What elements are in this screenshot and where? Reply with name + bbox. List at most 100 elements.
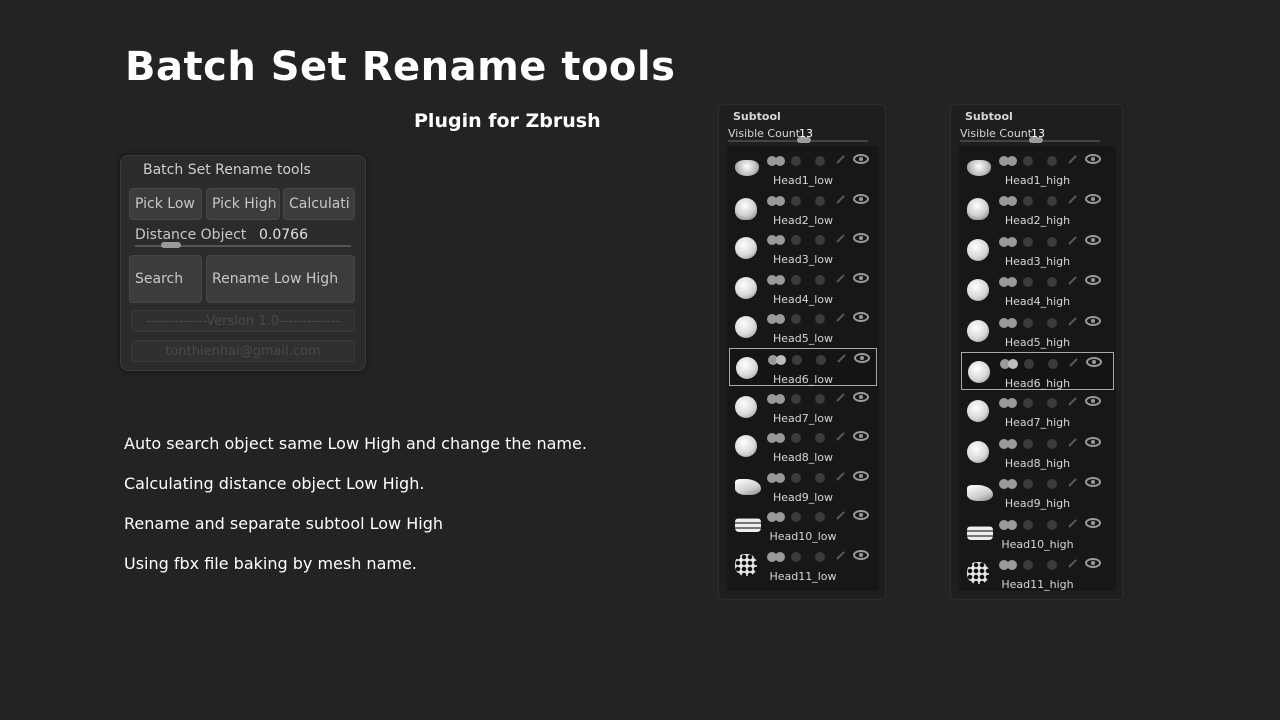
eye-icon[interactable] [853,391,869,402]
eye-icon[interactable] [1085,154,1101,164]
brush-icon[interactable] [836,313,845,323]
eye-icon[interactable] [853,154,869,164]
mask-icon[interactable] [791,314,801,325]
polypaint-icon[interactable] [815,235,825,246]
mask-icon[interactable] [791,512,801,523]
brush-icon[interactable] [836,194,845,204]
toggle-icon[interactable] [775,314,785,325]
subtool-item[interactable]: Head1_high [961,150,1114,188]
eye-icon[interactable] [1085,194,1101,205]
brush-icon[interactable] [1069,358,1078,367]
toggle-icon[interactable] [1007,317,1017,328]
brush-icon[interactable] [836,155,845,164]
eye-icon[interactable] [1085,517,1101,528]
mask-icon[interactable] [1023,519,1033,530]
brush-icon[interactable] [1068,518,1077,528]
mask-icon[interactable] [791,156,801,166]
mask-icon[interactable] [1023,196,1033,207]
toggle-icon[interactable] [775,156,785,166]
eye-icon[interactable] [1085,315,1101,326]
polypaint-icon[interactable] [815,472,825,483]
subtool-item[interactable]: Head8_high [961,433,1114,471]
brush-icon[interactable] [836,511,845,521]
subtool-item[interactable]: Head6_low [729,348,877,386]
brush-icon[interactable] [836,392,845,402]
toggle-icon[interactable] [1007,560,1017,570]
mask-icon[interactable] [1024,359,1034,369]
toggle-icon[interactable] [1007,277,1017,288]
eye-icon[interactable] [1085,436,1101,447]
mask-icon[interactable] [1023,479,1033,490]
eye-icon[interactable] [1086,357,1102,367]
polypaint-icon[interactable] [1047,519,1057,530]
mask-icon[interactable] [1023,560,1033,570]
calculate-button[interactable]: Calculati [283,188,355,220]
brush-icon[interactable] [1068,195,1077,205]
subtool-item[interactable]: Head10_low [729,506,877,544]
subtool-item[interactable]: Head1_low [729,150,877,188]
toggle-icon[interactable] [1008,359,1018,369]
toggle-icon[interactable] [1007,196,1017,207]
mask-icon[interactable] [791,393,801,404]
toggle-icon[interactable] [775,393,785,404]
subtool-item[interactable]: Head5_low [729,308,877,346]
polypaint-icon[interactable] [815,274,825,285]
brush-icon[interactable] [1068,316,1077,326]
toggle-icon[interactable] [1007,479,1017,490]
brush-icon[interactable] [1068,438,1077,447]
pick-high-button[interactable]: Pick High [206,188,280,220]
search-button[interactable]: Search [129,255,202,303]
subtool-item[interactable]: Head4_low [729,269,877,307]
pick-low-button[interactable]: Pick Low [129,188,202,220]
eye-icon[interactable] [853,312,869,323]
brush-icon[interactable] [837,354,846,363]
subtool-item[interactable]: Head7_high [961,392,1114,430]
subtool-item[interactable]: Head5_high [961,312,1114,350]
subtool-item[interactable]: Head2_high [961,190,1114,228]
polypaint-icon[interactable] [1047,236,1057,247]
mask-icon[interactable] [1023,277,1033,288]
toggle-icon[interactable] [776,355,786,365]
polypaint-icon[interactable] [1047,277,1057,288]
mask-icon[interactable] [791,235,801,246]
toggle-icon[interactable] [1007,398,1017,409]
polypaint-icon[interactable] [815,552,825,562]
subtool-item[interactable]: Head10_high [961,514,1114,552]
mask-icon[interactable] [1023,438,1033,449]
subtool-item[interactable]: Head6_high [961,352,1114,390]
subtool-item[interactable]: Head7_low [729,388,877,426]
polypaint-icon[interactable] [815,512,825,523]
toggle-icon[interactable] [1007,236,1017,247]
toggle-icon[interactable] [775,512,785,523]
toggle-icon[interactable] [775,195,785,206]
subtool-item[interactable]: Head11_high [961,554,1114,592]
brush-icon[interactable] [1068,155,1077,164]
subtool-item[interactable]: Head3_low [729,229,877,267]
eye-icon[interactable] [1085,558,1101,568]
toggle-icon[interactable] [775,235,785,246]
eye-icon[interactable] [1085,275,1101,286]
brush-icon[interactable] [1068,276,1077,285]
eye-icon[interactable] [853,233,869,244]
toggle-icon[interactable] [1007,438,1017,449]
brush-icon[interactable] [1068,397,1077,407]
mask-icon[interactable] [1023,156,1033,166]
rename-low-high-button[interactable]: Rename Low High [206,255,355,303]
toggle-icon[interactable] [1007,156,1017,166]
eye-icon[interactable] [853,272,869,283]
eye-icon[interactable] [853,510,869,521]
mask-icon[interactable] [791,274,801,285]
subtool-item[interactable]: Head11_low [729,546,877,584]
polypaint-icon[interactable] [1047,438,1057,449]
mask-icon[interactable] [1023,317,1033,328]
brush-icon[interactable] [1068,478,1077,487]
polypaint-icon[interactable] [1047,479,1057,490]
brush-icon[interactable] [836,274,845,283]
mask-icon[interactable] [1023,398,1033,409]
mask-icon[interactable] [791,552,801,562]
subtool-item[interactable]: Head2_low [729,190,877,228]
mask-icon[interactable] [792,355,802,365]
mask-icon[interactable] [791,433,801,444]
distance-slider-handle[interactable] [161,242,181,248]
mask-icon[interactable] [791,195,801,206]
